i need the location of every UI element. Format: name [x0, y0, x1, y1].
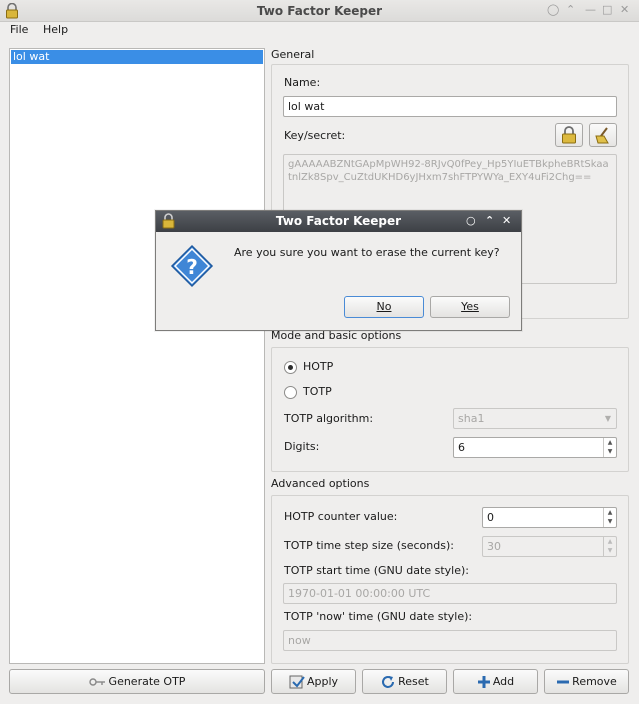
up-icon[interactable]: ⌃	[485, 214, 494, 227]
menu-help[interactable]: Help	[43, 23, 68, 36]
question-icon: ?	[170, 244, 214, 288]
confirm-dialog: Two Factor Keeper ○ ⌃ ✕ ? Are you sure y…	[155, 210, 522, 331]
add-button[interactable]: Add	[453, 669, 538, 694]
generate-otp-label: Generate OTP	[108, 675, 186, 688]
counter-value: 0	[487, 511, 494, 524]
counter-spinbox[interactable]: 0 ▲ ▼	[482, 507, 617, 528]
plus-icon	[477, 676, 490, 688]
lock-icon	[562, 126, 576, 144]
step-value: 30	[487, 540, 501, 553]
start-time-label: TOTP start time (GNU date style):	[284, 564, 469, 577]
chevron-down-icon: ▼	[604, 414, 611, 423]
no-button[interactable]: No	[344, 296, 424, 318]
counter-label: HOTP counter value:	[284, 510, 398, 523]
algorithm-select[interactable]: sha1 ▼	[453, 408, 617, 429]
minus-icon	[557, 680, 570, 684]
remove-label: Remove	[572, 675, 617, 688]
up-icon[interactable]: ⌃	[566, 3, 575, 16]
close-icon[interactable]: ✕	[620, 3, 629, 16]
hotp-label[interactable]: HOTP	[303, 360, 333, 373]
advanced-group-title: Advanced options	[271, 477, 370, 490]
no-label: No	[376, 300, 392, 313]
step-spinbox[interactable]: 30 ▲ ▼	[482, 536, 617, 557]
general-group-title: General	[271, 48, 315, 61]
yes-button[interactable]: Yes	[430, 296, 510, 318]
start-time-field[interactable]: 1970-01-01 00:00:00 UTC	[283, 583, 617, 604]
apply-icon	[289, 675, 305, 689]
digits-label: Digits:	[284, 440, 320, 453]
secret-label: Key/secret:	[284, 129, 346, 142]
yes-label: Yes	[461, 300, 479, 313]
algorithm-value: sha1	[458, 412, 485, 425]
totp-radio[interactable]	[284, 386, 297, 399]
maximize-icon[interactable]: □	[602, 3, 612, 16]
key-icon	[88, 678, 105, 686]
remove-button[interactable]: Remove	[544, 669, 629, 694]
window-titlebar: Two Factor Keeper ◯ ⌃ — □ ✕	[0, 0, 639, 22]
menubar: File Help	[0, 22, 639, 40]
now-time-field[interactable]: now	[283, 630, 617, 651]
spin-arrows-icon[interactable]: ▲ ▼	[603, 508, 616, 527]
reset-button[interactable]: Reset	[362, 669, 447, 694]
dialog-message: Are you sure you want to erase the curre…	[234, 246, 500, 259]
menu-file[interactable]: File	[10, 23, 28, 36]
algorithm-label: TOTP algorithm:	[284, 412, 374, 425]
step-label: TOTP time step size (seconds):	[284, 539, 454, 552]
add-label: Add	[492, 675, 515, 688]
generate-otp-button[interactable]: Generate OTP	[9, 669, 265, 694]
apply-button[interactable]: Apply	[271, 669, 356, 694]
pin-icon[interactable]: ◯	[547, 3, 559, 16]
name-label: Name:	[284, 76, 321, 89]
name-field[interactable]: lol wat	[283, 96, 617, 117]
apply-label: Apply	[306, 675, 339, 688]
digits-value: 6	[458, 441, 465, 454]
pin-icon[interactable]: ○	[466, 214, 476, 227]
dialog-titlebar: Two Factor Keeper ○ ⌃ ✕	[156, 211, 521, 232]
lock-secret-button[interactable]	[555, 123, 583, 147]
now-time-label: TOTP 'now' time (GNU date style):	[284, 610, 473, 623]
minimize-icon[interactable]: —	[585, 3, 596, 16]
close-icon[interactable]: ✕	[502, 214, 511, 227]
hotp-radio[interactable]	[284, 361, 297, 374]
spin-arrows-icon[interactable]: ▲ ▼	[603, 438, 616, 457]
refresh-icon	[382, 676, 395, 688]
list-item[interactable]: lol wat	[11, 50, 263, 64]
spin-arrows-icon[interactable]: ▲ ▼	[603, 537, 616, 556]
key-list[interactable]: lol wat	[9, 48, 265, 664]
erase-secret-button[interactable]	[589, 123, 617, 147]
window-title: Two Factor Keeper	[256, 4, 383, 18]
reset-label: Reset	[398, 675, 429, 688]
digits-spinbox[interactable]: 6 ▲ ▼	[453, 437, 617, 458]
totp-label[interactable]: TOTP	[303, 385, 332, 398]
broom-icon	[595, 127, 609, 144]
svg-text:?: ?	[186, 255, 198, 279]
